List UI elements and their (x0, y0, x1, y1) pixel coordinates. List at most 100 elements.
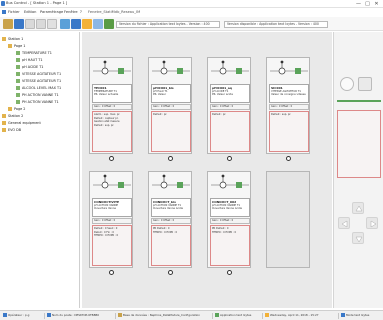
menu-window-name[interactable]: Fenetre_StatiMdb_Reseau_IM (88, 10, 140, 14)
tree-node-evo-db[interactable]: EVO DB (2, 128, 21, 132)
status-separator (44, 313, 45, 319)
instrument-card[interactable]: SIC001 VITESSE AGITATEUR T1 Valeur de co… (266, 57, 310, 154)
sensor-icon (16, 86, 20, 90)
tag-info: CONDUCT_bis pH ACTION VANNE T1 Ouverture… (151, 198, 191, 217)
pid-symbol-icon (211, 60, 249, 75)
instrument-card[interactable]: pHIC001_aq pH ACIDE T1 PR. Valeur acide … (207, 57, 251, 154)
tag-info: pHIC001_bis pH Haut T1 PR. Valeur (151, 84, 191, 103)
connector-node[interactable] (168, 156, 173, 161)
connector-node[interactable] (227, 156, 232, 161)
tag-subtitle: Valeur de consigne vitesse (271, 93, 306, 96)
status-datetime: Wednesday, April 11, 2018 - 15:27 (265, 313, 319, 317)
arrow-up-icon (355, 205, 363, 212)
status-line (337, 100, 381, 102)
arrow-down-icon (355, 236, 363, 243)
value-bar: Gain : 0 Offset : 0 (92, 104, 132, 110)
folder-icon (2, 121, 6, 125)
window-title: Bus Control - [ Station 1 - Page 1 ] (6, 1, 68, 5)
tree-node-sensor[interactable]: pH ACIDE T1 (16, 65, 43, 69)
copy-icon[interactable] (36, 19, 46, 29)
tree-node-station-1[interactable]: Station 1 (2, 37, 23, 41)
tree-node-general-equipment[interactable]: General equipment (2, 121, 41, 125)
sensor-icon (16, 100, 20, 104)
connector-node[interactable] (286, 156, 291, 161)
menu-edition[interactable]: Edition (24, 10, 36, 14)
connector-node[interactable] (109, 156, 114, 161)
tree-node-sensor[interactable]: pH HAUT T1 (16, 58, 43, 62)
status-application: Application text Ixytes (215, 313, 251, 317)
minimize-button[interactable]: — (354, 0, 363, 8)
connector-node[interactable] (227, 270, 232, 275)
instrument-card[interactable]: TEC001 TEMPERATURE T1 PR. Valeur actuell… (89, 57, 133, 154)
tag-subtitle: Ouverture Vanne Acide (212, 207, 242, 210)
value-bar: Gain : 0 Offset : 0 (151, 218, 191, 224)
tree-node-sensor[interactable]: PH ACTION VANNE T1 (16, 100, 59, 104)
settings-icon[interactable] (93, 19, 103, 29)
connector-node[interactable] (109, 270, 114, 275)
tag-subtitle: PR. Valeur acide (212, 93, 233, 96)
menu-fichier[interactable]: Fichier (8, 10, 20, 14)
tree-node-sensor[interactable]: ALCOOL LEVEL MAX T1 (16, 86, 61, 90)
available-version-combo[interactable]: Version disponible : Application text Ix… (224, 21, 328, 28)
tree-node-page-1[interactable]: Page 1 (8, 44, 25, 48)
run-icon[interactable] (104, 19, 114, 29)
value-bar: Gain : 0 Offset : 0 (210, 104, 250, 110)
status-operator: Opérateur : p.g (3, 313, 29, 317)
instrument-card[interactable]: CONDUCT_bis pH ACTION VANNE T1 Ouverture… (148, 171, 192, 268)
arrow-up-button[interactable] (352, 202, 364, 214)
tree-node-sensor[interactable]: PH ACTION VANNE T1 (16, 93, 59, 97)
open-folder-icon[interactable] (3, 19, 13, 29)
tree-node-station-2[interactable]: Station 2 (2, 114, 23, 118)
menu-parametrage[interactable]: Paramétrage (40, 10, 63, 14)
instrument-card[interactable]: pHIC001_bis pH Haut T1 PR. Valeur Gain :… (148, 57, 192, 154)
menu-fenetre[interactable]: Fenêtre (64, 10, 78, 14)
title-bar: Bus Control - [ Station 1 - Page 1 ] — □… (0, 0, 383, 8)
folder-icon (8, 44, 12, 48)
maximize-button[interactable]: □ (363, 0, 372, 8)
empty-card-slot[interactable] (266, 171, 310, 268)
computer-icon (47, 313, 51, 317)
new-page-icon[interactable] (25, 19, 35, 29)
arrow-right-icon (370, 220, 377, 228)
edit-icon[interactable] (82, 19, 92, 29)
tag-info: SIC001 VITESSE AGITATEUR T1 Valeur de co… (269, 84, 309, 103)
value-bar: Gain : 0 Offset : 0 (210, 218, 250, 224)
arrow-right-button[interactable] (366, 217, 378, 229)
tree-node-sensor[interactable]: TEMPERATURE T1 (16, 51, 52, 55)
sensor-icon (16, 51, 20, 55)
tag-info: pHIC001_aq pH ACIDE T1 PR. Valeur acide (210, 84, 250, 103)
paste-icon[interactable] (47, 19, 57, 29)
download-icon[interactable] (71, 19, 81, 29)
sensor-icon (16, 93, 20, 97)
app-icon (1, 1, 5, 6)
arrow-down-button[interactable] (352, 232, 364, 244)
tag-info: CONDUCT_002 pH ACTION VANNE T1 Ouverture… (210, 198, 250, 217)
status-separator (115, 313, 116, 319)
arrow-left-button[interactable] (338, 217, 350, 229)
save-icon[interactable] (14, 19, 24, 29)
sensor-icon (16, 58, 20, 62)
instrument-card[interactable]: CONDUCTIVITE pH ACTION VANNE Ouverture V… (89, 171, 133, 268)
connector-node[interactable] (168, 270, 173, 275)
status-separator (338, 313, 339, 319)
tree-node-sensor[interactable]: VITESSE AGITATEUR T1 (16, 79, 61, 83)
status-bar: Opérateur : p.g Nom du poste : DESKTOP-6… (0, 310, 383, 320)
refresh-icon[interactable] (60, 19, 70, 29)
value-bar: Gain : 0 Offset : 0 (269, 104, 309, 110)
arrow-left-icon (341, 220, 348, 228)
tree-node-page-2[interactable]: Page 2 (8, 107, 25, 111)
tree-node-sensor[interactable]: VITESSE AGITATEUR T1 (16, 72, 61, 76)
close-button[interactable]: ✕ (372, 0, 381, 8)
valve-icon[interactable] (358, 77, 372, 91)
pid-symbol-icon (93, 60, 131, 75)
file-version-combo[interactable]: Version du fichier : Application text Ix… (116, 21, 220, 28)
pid-symbol-icon (211, 174, 249, 189)
folder-icon (2, 37, 6, 41)
alarm-status-box: Defaut : sup. pr. (269, 111, 309, 152)
folder-icon (2, 114, 6, 118)
menu-help[interactable]: ? (80, 10, 82, 14)
tag-subtitle: Ouverture Vanne Acide (153, 207, 183, 210)
gear-icon[interactable] (340, 77, 354, 91)
instrument-card[interactable]: CONDUCT_002 pH ACTION VANNE T1 Ouverture… (207, 171, 251, 268)
tag-info: TEC001 TEMPERATURE T1 PR. Valeur actuell… (92, 84, 132, 103)
